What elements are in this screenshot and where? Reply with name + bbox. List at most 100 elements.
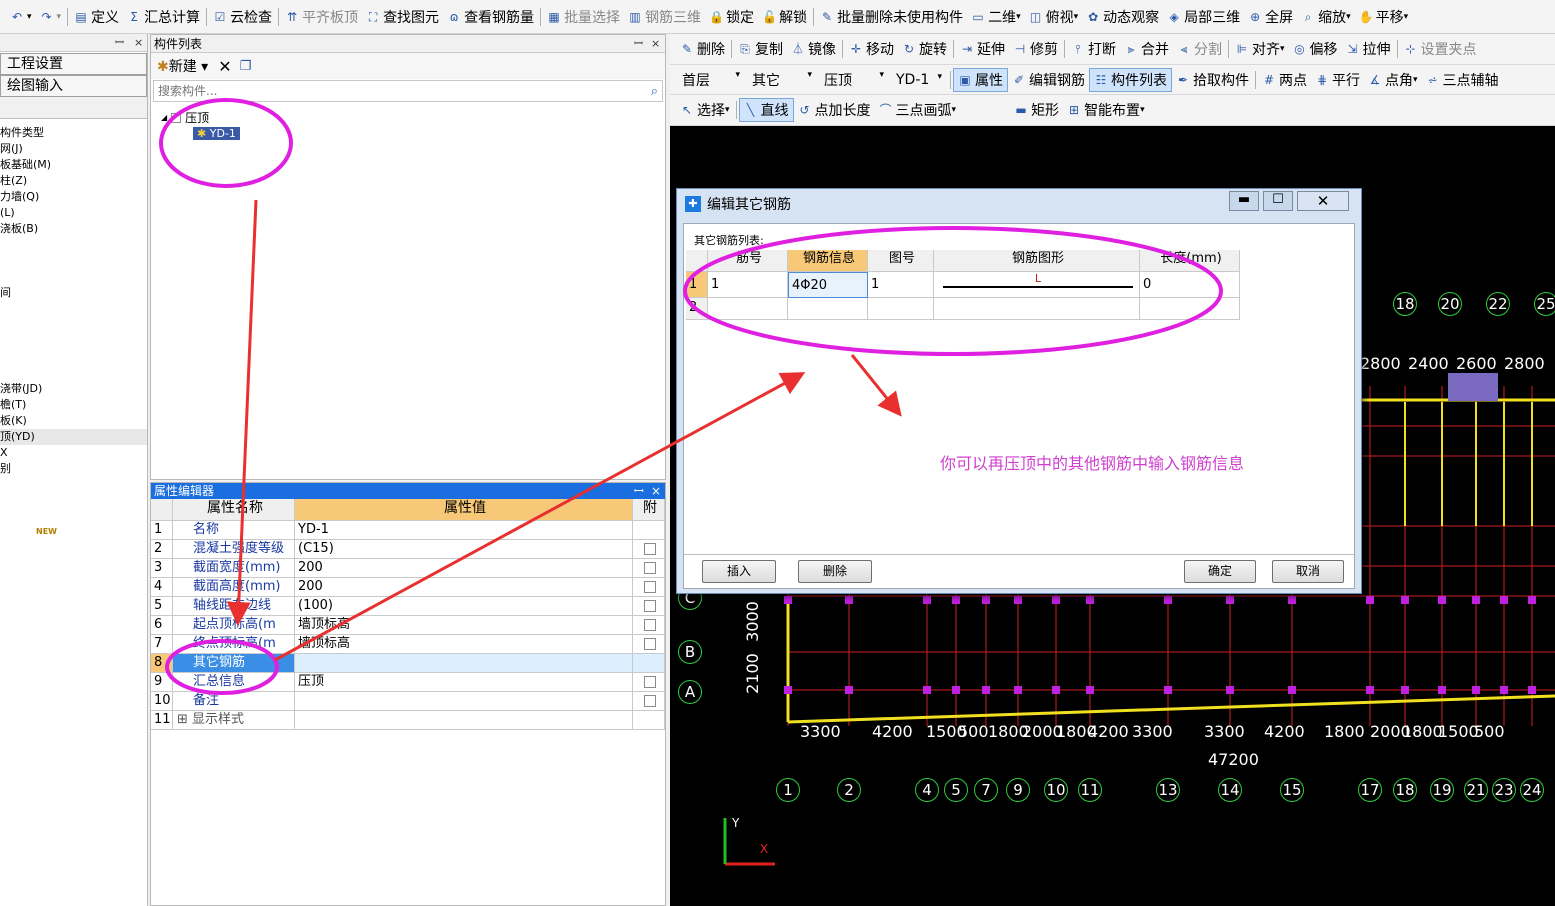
property-value[interactable] (295, 692, 633, 711)
ok-button[interactable]: 确定 (1184, 560, 1256, 583)
property-name[interactable]: 备注 (173, 692, 295, 711)
stretch-button[interactable]: ⇲ 拉伸 (1342, 34, 1395, 64)
copy-component-icon[interactable]: ❐ (240, 59, 252, 74)
pan-button[interactable]: ✋ 平移 ▾ (1355, 0, 1413, 33)
nav-item[interactable]: (L) (0, 205, 147, 221)
properties-button[interactable]: ▣ 属性 (953, 67, 1008, 92)
trim-button[interactable]: ⊣ 修剪 (1009, 34, 1062, 64)
grip-button[interactable]: ⊹ 设置夹点 (1400, 34, 1481, 64)
pin-icon[interactable]: ꟷ (115, 34, 124, 52)
three-point-axis-button[interactable]: ⩫ 三点辅轴 (1422, 65, 1503, 94)
sigma-button[interactable]: Σ 汇总计算 (123, 0, 204, 33)
dropdown-arrow-icon[interactable]: ▾ (27, 12, 32, 22)
close-button[interactable]: ✕ (1297, 191, 1349, 211)
align-button[interactable]: ⊫ 对齐 ▾ (1231, 34, 1289, 64)
rebar-cell-fig[interactable] (868, 298, 934, 320)
2d-button[interactable]: ▭ 二维 ▾ (967, 0, 1025, 33)
point-length-button[interactable]: ↺ 点加长度 (794, 95, 875, 125)
pin-icon[interactable]: ꟷ (634, 35, 643, 53)
nav-item[interactable]: 檐(T) (0, 397, 147, 413)
binoculars-button[interactable]: ⛶ 查找图元 (362, 0, 443, 33)
property-value[interactable] (295, 711, 633, 730)
lock-button[interactable]: 🔒 锁定 (705, 0, 758, 33)
delete-button[interactable]: ✎ 删除 (676, 34, 729, 64)
rebar-cell-length[interactable] (1140, 298, 1240, 320)
close-icon[interactable]: × (651, 483, 661, 499)
nav-item[interactable] (0, 237, 147, 253)
point-angle-button[interactable]: ∡ 点角 ▾ (1364, 65, 1422, 94)
split-button[interactable]: ⫷ 分割 (1173, 34, 1226, 64)
nav-item[interactable]: 顶(YD) (0, 429, 147, 445)
property-value[interactable]: 200 (295, 578, 633, 597)
nav-item[interactable] (0, 253, 147, 269)
break-button[interactable]: ⫯ 打断 (1067, 34, 1120, 64)
nav-item[interactable] (0, 333, 147, 349)
nav-item[interactable]: 柱(Z) (0, 173, 147, 189)
property-name[interactable]: 名称 (173, 521, 295, 540)
offset-button[interactable]: ◎ 偏移 (1289, 34, 1342, 64)
nav-item[interactable]: 间 (0, 285, 147, 301)
rebar-cell-shape[interactable]: L (934, 272, 1140, 298)
top-view-button[interactable]: ◫ 俯视 ▾ (1025, 0, 1083, 33)
property-name[interactable]: ⊞ 显示样式 (173, 711, 295, 730)
partial-3d-button[interactable]: ◈ 局部三维 (1163, 0, 1244, 33)
extend-button[interactable]: ⇥ 延伸 (956, 34, 1009, 64)
floor-dropdown[interactable]: 首层 ▾ (676, 70, 746, 90)
line-button[interactable]: ╲ 直线 (738, 98, 794, 122)
nav-item[interactable]: 浇板(B) (0, 221, 147, 237)
property-value[interactable]: 压顶 (295, 673, 633, 692)
rebar-cell-length[interactable]: 0 (1140, 272, 1240, 298)
attach-checkbox[interactable] (644, 676, 656, 688)
rotate-button[interactable]: ↻ 旋转 (898, 34, 951, 64)
nav-item[interactable]: 力墙(Q) (0, 189, 147, 205)
nav-item[interactable] (0, 317, 147, 333)
property-value[interactable]: 200 (295, 559, 633, 578)
tree-node-parent[interactable]: ◢ 压顶 (161, 109, 240, 126)
dropdown-arrow-icon[interactable]: ▾ (1346, 12, 1351, 22)
new-button[interactable]: ✱新建 ▾ (157, 56, 208, 76)
smart-layout-button[interactable]: ⊞ 智能布置 ▾ (1063, 95, 1149, 125)
nav-item[interactable]: 别 (0, 461, 147, 477)
nav-item[interactable] (0, 349, 147, 365)
fullscreen-button[interactable]: ⊕ 全屏 (1244, 0, 1297, 33)
property-name[interactable]: 截面高度(mm) (173, 578, 295, 597)
move-button[interactable]: ✛ 移动 (845, 34, 898, 64)
property-value[interactable]: YD-1 (295, 521, 633, 540)
orbit-button[interactable]: ✿ 动态观察 (1082, 0, 1163, 33)
rebar-cell-shape[interactable] (934, 298, 1140, 320)
batch-select-button[interactable]: ▦ 批量选择 (543, 0, 624, 33)
mirror-button[interactable]: ⏃ 镜像 (787, 34, 840, 64)
redo-button[interactable]: ↷ ▾ (36, 0, 66, 33)
dropdown-arrow-icon[interactable]: ▾ (1140, 105, 1145, 115)
delete-component-icon[interactable]: ✕ (218, 57, 231, 76)
property-name[interactable]: 轴线距左边线 (173, 597, 295, 616)
minimize-button[interactable]: ▬ (1229, 191, 1259, 211)
rebar-cell-bar[interactable] (708, 298, 788, 320)
arc-button[interactable]: ⌒ 三点画弧 ▾ (875, 95, 961, 125)
search-box[interactable]: ⌕ (153, 80, 663, 102)
dropdown-arrow-icon[interactable]: ▾ (952, 105, 957, 115)
attach-checkbox[interactable] (644, 543, 656, 555)
attach-checkbox[interactable] (644, 695, 656, 707)
attach-checkbox[interactable] (644, 638, 656, 650)
element-dropdown[interactable]: YD-1 ▾ (890, 72, 948, 88)
property-name[interactable]: 混凝土强度等级 (173, 540, 295, 559)
cancel-button[interactable]: 取消 (1272, 560, 1344, 583)
component-list-button[interactable]: ☷ 构件列表 (1089, 67, 1172, 92)
property-name[interactable]: 终点顶标高(m (173, 635, 295, 654)
property-name[interactable]: 汇总信息 (173, 673, 295, 692)
property-value[interactable]: 墙顶标高 (295, 616, 633, 635)
property-name[interactable]: 起点顶标高(m (173, 616, 295, 635)
attach-checkbox[interactable] (644, 562, 656, 574)
select-button[interactable]: ↖ 选择 ▾ (676, 95, 734, 125)
dropdown-arrow-icon[interactable]: ▾ (1016, 12, 1021, 22)
parallel-button[interactable]: ⋕ 平行 (1311, 65, 1364, 94)
pick-button[interactable]: ✒ 拾取构件 (1172, 65, 1253, 94)
insert-button[interactable]: 插入 (702, 560, 776, 583)
expand-icon[interactable]: ⊞ (177, 712, 192, 727)
nav-item[interactable]: 构件类型 (0, 125, 147, 141)
batch-delete-button[interactable]: ✎ 批量删除未使用构件 (816, 0, 967, 33)
attach-checkbox[interactable] (644, 619, 656, 631)
maximize-button[interactable]: ☐ (1263, 191, 1293, 211)
nav-item[interactable] (0, 269, 147, 285)
